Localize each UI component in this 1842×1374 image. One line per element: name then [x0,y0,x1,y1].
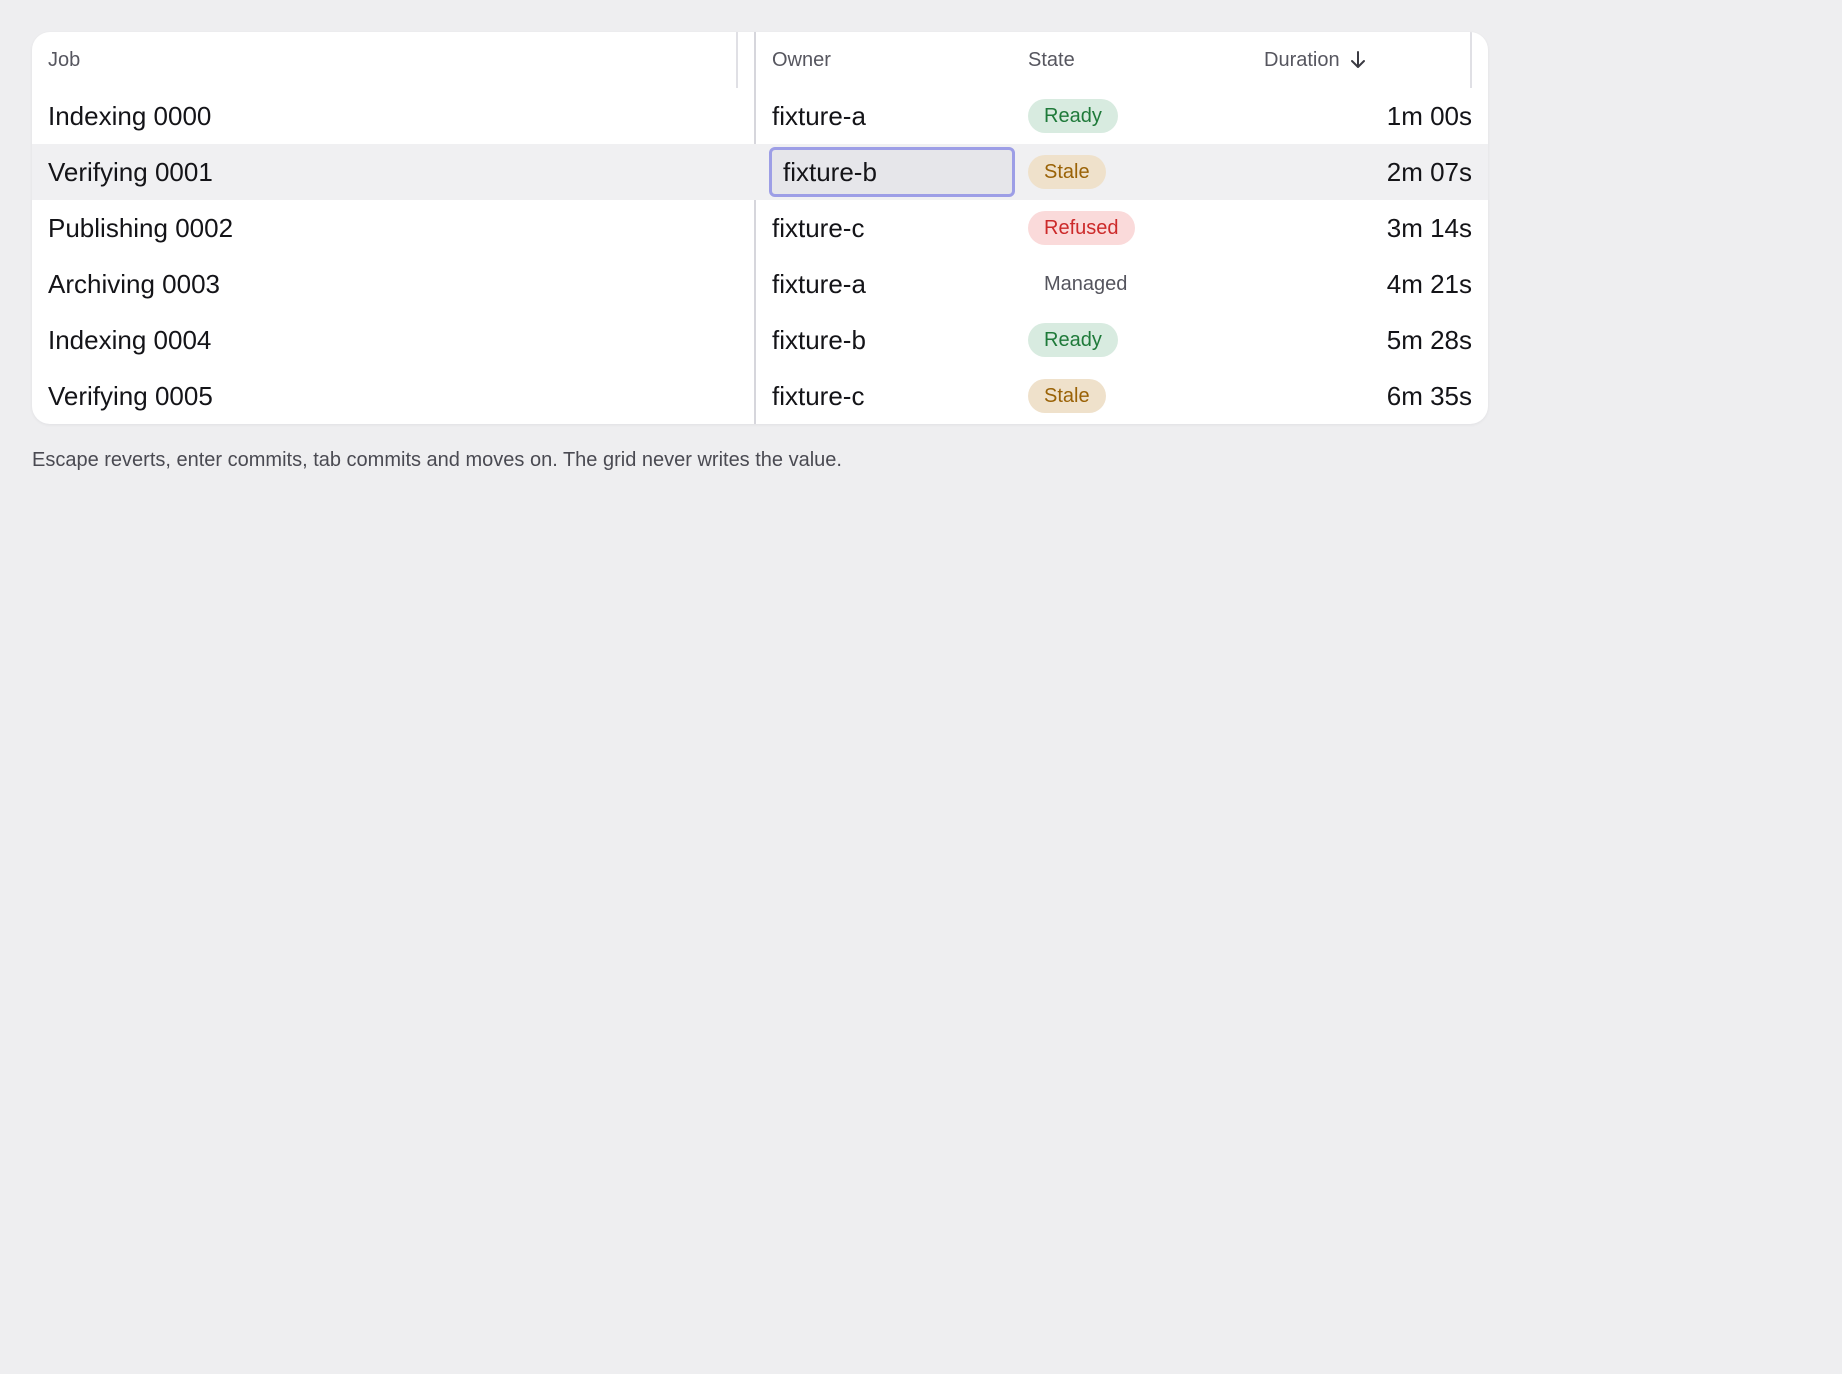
column-resize-handle-duration[interactable] [1470,32,1472,88]
cell-state[interactable]: Ready [1028,88,1258,144]
column-header-job[interactable]: Job [48,32,748,88]
table-row[interactable]: Archiving 0003 fixture-a Managed 4m 21s [32,256,1488,312]
data-grid: Job Owner State Duration Indexing 0000 fi… [32,32,1488,424]
status-badge: Ready [1028,323,1118,357]
cell-editor-owner[interactable] [769,147,1015,197]
column-header-label: Duration [1264,48,1340,71]
cell-owner[interactable]: fixture-c [772,200,1022,256]
cell-job[interactable]: Publishing 0002 [48,200,748,256]
cell-duration[interactable]: 2m 07s [1262,144,1472,200]
status-badge: Ready [1028,99,1118,133]
cell-duration[interactable]: 5m 28s [1262,312,1472,368]
column-resize-handle-job[interactable] [736,32,738,88]
cell-job[interactable]: Verifying 0005 [48,368,748,424]
cell-state[interactable]: Stale [1028,144,1258,200]
cell-state[interactable]: Managed [1028,256,1258,312]
cell-duration[interactable]: 3m 14s [1262,200,1472,256]
cell-job[interactable]: Archiving 0003 [48,256,748,312]
arrow-down-icon [1350,51,1365,68]
status-badge: Stale [1028,155,1106,189]
cell-job[interactable]: Indexing 0000 [48,88,748,144]
cell-job[interactable]: Indexing 0004 [48,312,748,368]
cell-state[interactable]: Refused [1028,200,1258,256]
table-row[interactable]: Verifying 0005 fixture-c Stale 6m 35s [32,368,1488,424]
column-header-label: Job [48,48,81,71]
cell-duration[interactable]: 6m 35s [1262,368,1472,424]
grid-body: Indexing 0000 fixture-a Ready 1m 00s Verifyi… [32,88,1488,424]
status-badge: Refused [1028,211,1135,245]
cell-owner[interactable]: fixture-a [772,256,1022,312]
cell-owner[interactable]: fixture-b [772,312,1022,368]
header-row: Job Owner State Duration [32,32,1488,88]
column-header-label: State [1028,48,1075,71]
cell-owner[interactable]: fixture-c [772,368,1022,424]
column-header-owner[interactable]: Owner [772,32,1022,88]
table-row[interactable]: Verifying 0001 Stale 2m 07s [32,144,1488,200]
table-row[interactable]: Indexing 0004 fixture-b Ready 5m 28s [32,312,1488,368]
column-header-duration[interactable]: Duration [1264,32,1464,88]
keyboard-hint: Escape reverts, enter commits, tab commi… [32,449,842,471]
column-header-label: Owner [772,48,831,71]
cell-job[interactable]: Verifying 0001 [48,144,748,200]
status-badge: Stale [1028,379,1106,413]
cell-owner[interactable]: fixture-a [772,88,1022,144]
cell-duration[interactable]: 1m 00s [1262,88,1472,144]
table-row[interactable]: Publishing 0002 fixture-c Refused 3m 14s [32,200,1488,256]
cell-state[interactable]: Stale [1028,368,1258,424]
table-row[interactable]: Indexing 0000 fixture-a Ready 1m 00s [32,88,1488,144]
column-header-state[interactable]: State [1028,32,1258,88]
cell-state[interactable]: Ready [1028,312,1258,368]
cell-duration[interactable]: 4m 21s [1262,256,1472,312]
status-badge: Managed [1044,273,1128,295]
